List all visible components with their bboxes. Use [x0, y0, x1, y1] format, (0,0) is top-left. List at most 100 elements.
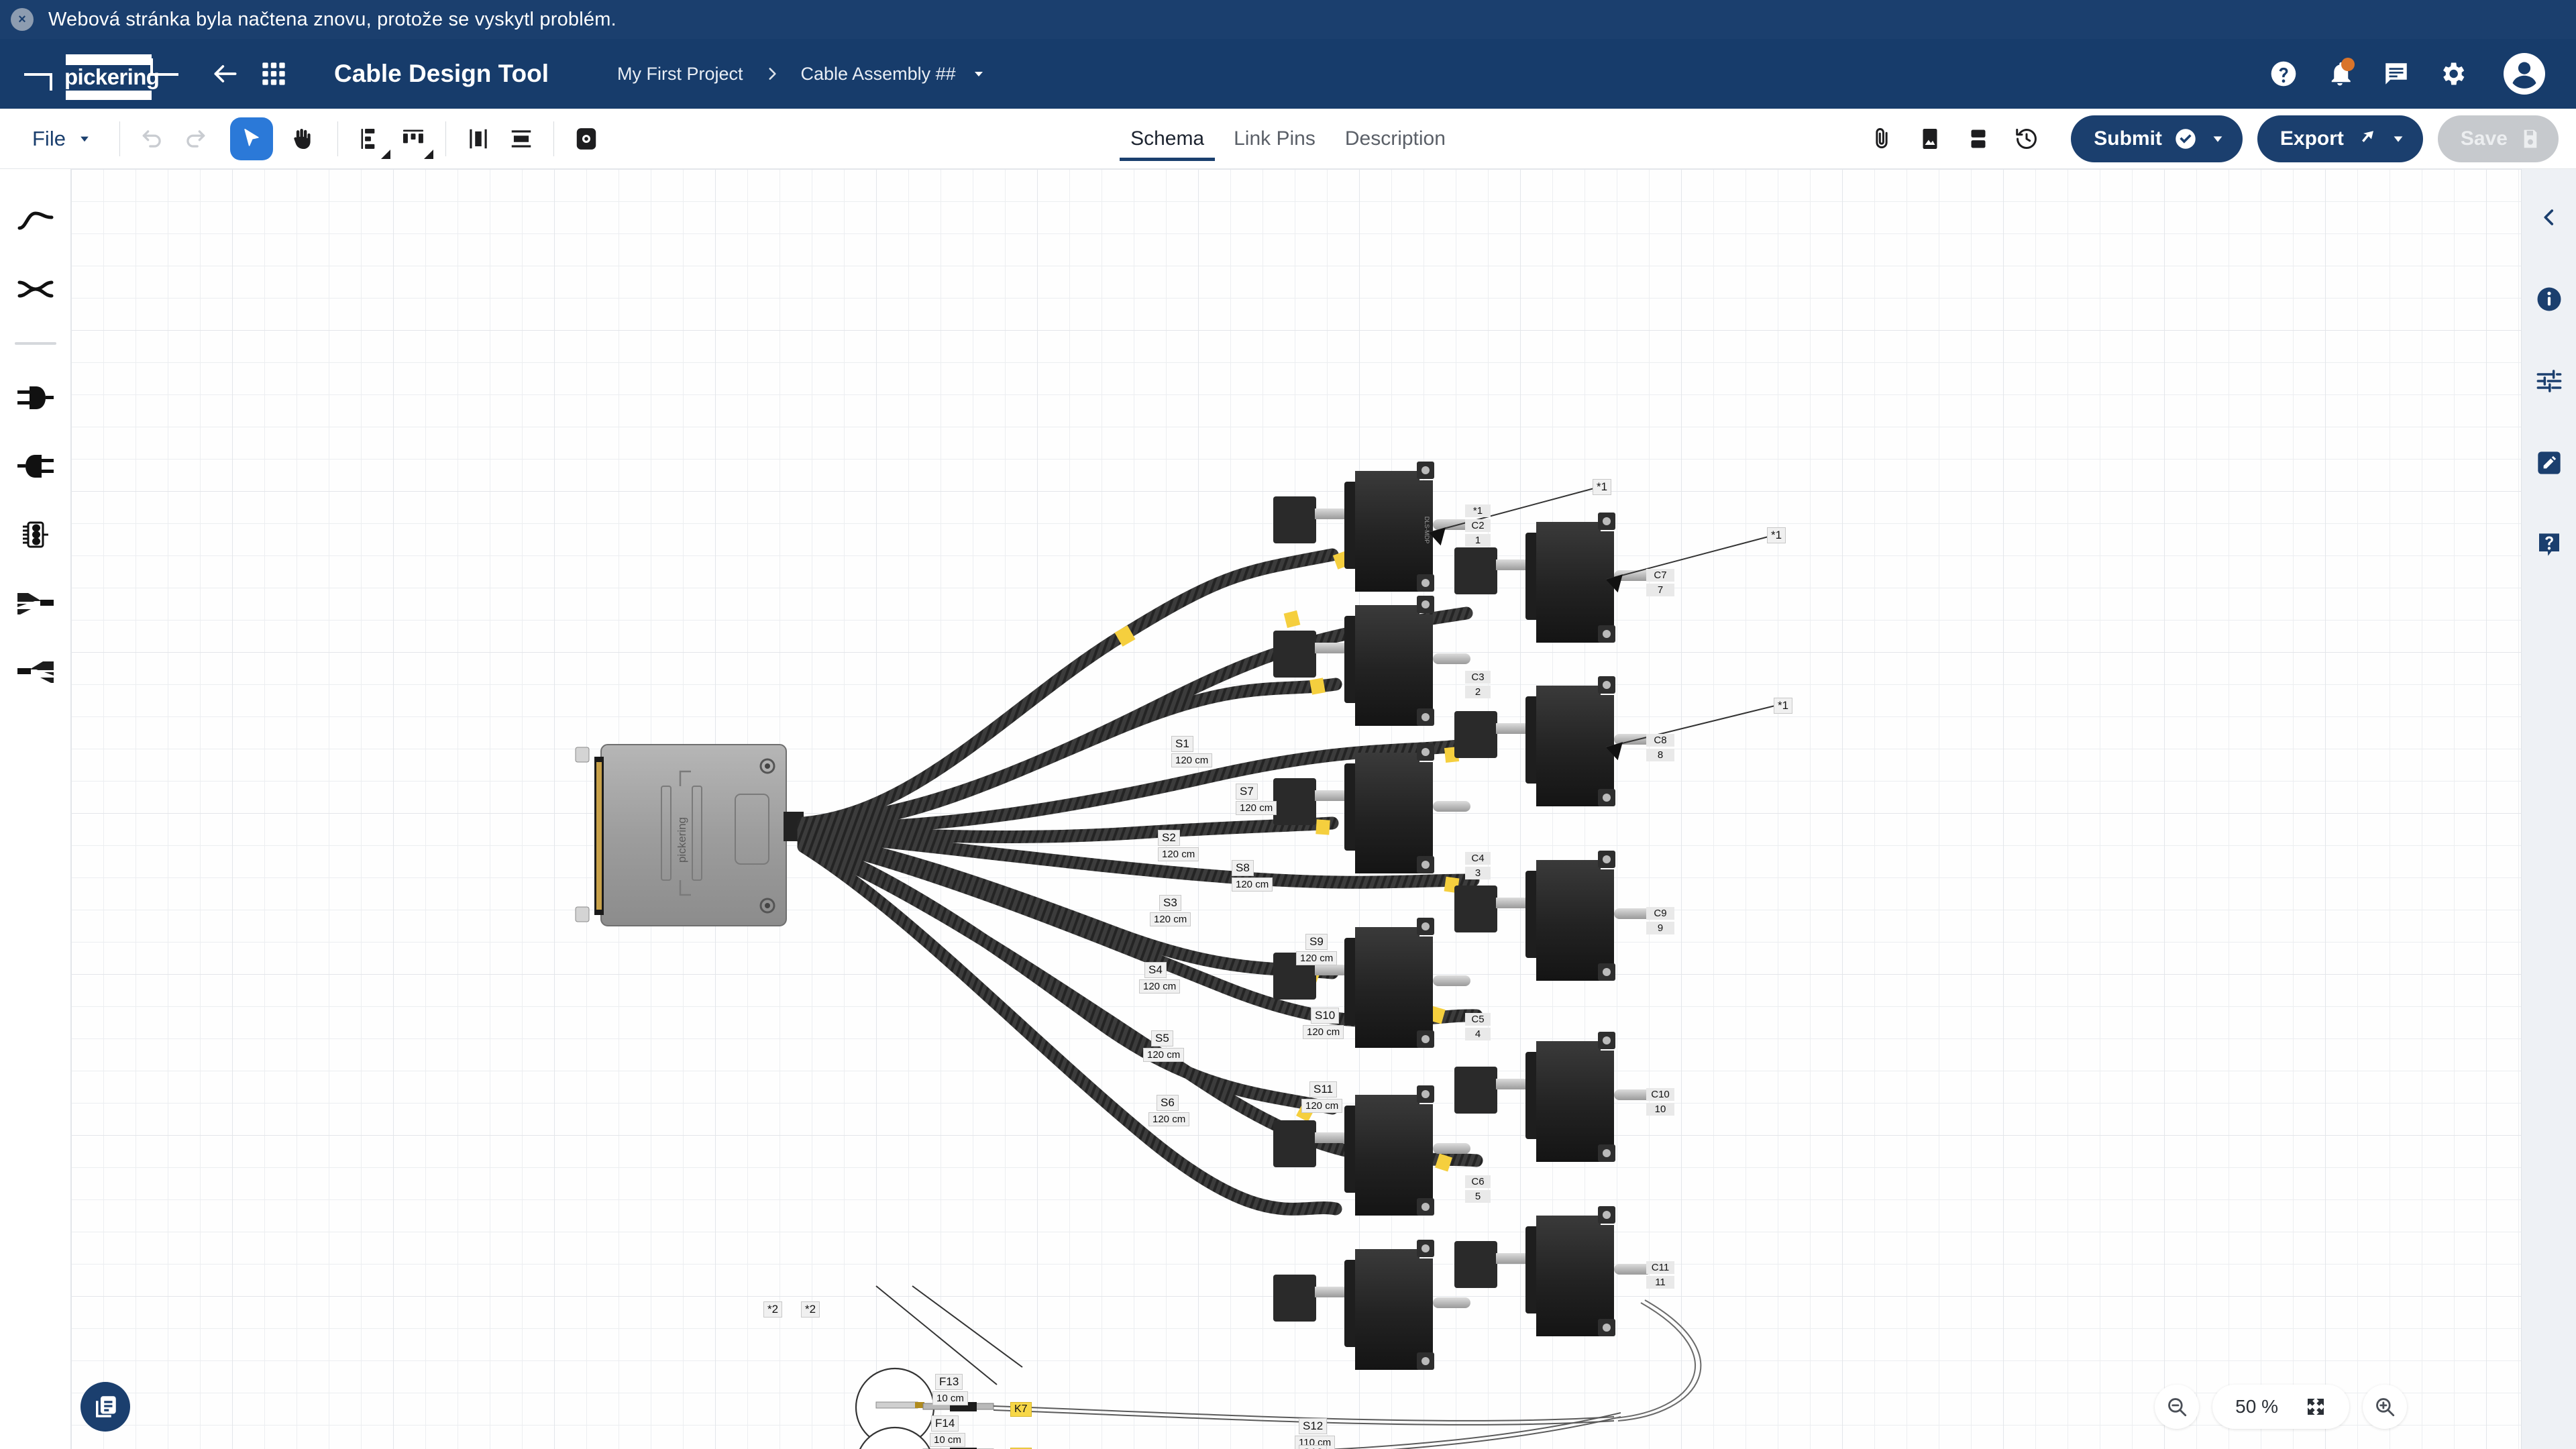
- segment-label[interactable]: S4: [1144, 962, 1167, 978]
- segment-label[interactable]: S11: [1309, 1081, 1337, 1097]
- connector-ref[interactable]: C6: [1465, 1175, 1491, 1189]
- note-label[interactable]: *1: [1593, 479, 1612, 495]
- segment-label[interactable]: S9: [1305, 934, 1328, 950]
- connector-pin[interactable]: 7: [1646, 584, 1674, 597]
- plug-female-icon[interactable]: [10, 445, 61, 487]
- cable-schematic[interactable]: pickering DLS-MDP: [71, 169, 2521, 1449]
- note-label[interactable]: *2: [801, 1301, 820, 1318]
- align-distribute-horizontal-icon[interactable]: [392, 117, 435, 160]
- notifications-icon[interactable]: [2316, 50, 2364, 98]
- history-revert-icon[interactable]: [2005, 117, 2048, 160]
- note-label[interactable]: *2: [763, 1301, 783, 1318]
- canvas-settings-icon[interactable]: [565, 117, 608, 160]
- connector-pin[interactable]: 10: [1646, 1103, 1674, 1116]
- arrow-left-icon[interactable]: [201, 50, 250, 98]
- align-distribute-vertical-icon[interactable]: [349, 117, 392, 160]
- breadcrumb-assembly[interactable]: Cable Assembly ##: [801, 64, 956, 85]
- zoom-controls: 50 %: [2155, 1385, 2407, 1429]
- connector-pin[interactable]: 1: [1465, 534, 1491, 547]
- segment-label[interactable]: S3: [1159, 895, 1181, 911]
- connector-pin[interactable]: 9: [1646, 922, 1674, 935]
- documents-icon[interactable]: [80, 1382, 130, 1432]
- info-icon[interactable]: [2529, 279, 2569, 319]
- zoom-level-display[interactable]: 50 %: [2212, 1385, 2349, 1429]
- breakout-right-icon[interactable]: [10, 582, 61, 624]
- help-icon[interactable]: [2259, 50, 2308, 98]
- connector-pin[interactable]: 5: [1465, 1190, 1491, 1203]
- connector-ref[interactable]: C11: [1646, 1261, 1674, 1275]
- tab-link-pins[interactable]: Link Pins: [1219, 127, 1330, 161]
- zoom-in-icon[interactable]: [2363, 1385, 2407, 1429]
- note-label[interactable]: *1: [1767, 527, 1786, 543]
- chevron-down-icon[interactable]: [971, 66, 987, 82]
- submit-button[interactable]: Submit: [2071, 115, 2243, 162]
- fiber-label[interactable]: F14: [931, 1415, 959, 1432]
- properties-sliders-icon[interactable]: [2529, 361, 2569, 401]
- image-icon[interactable]: [1909, 117, 1951, 160]
- messages-icon[interactable]: [2372, 50, 2420, 98]
- connector-C11: [1454, 1206, 1652, 1336]
- connector-pin[interactable]: 2: [1465, 686, 1491, 699]
- edit-pencil-icon[interactable]: [2529, 443, 2569, 483]
- schematic-canvas[interactable]: pickering DLS-MDP S1 120 cm S7 120 cm S2…: [71, 169, 2521, 1449]
- plug-male-icon[interactable]: [10, 377, 61, 419]
- tab-schema[interactable]: Schema: [1116, 127, 1219, 161]
- redo-icon[interactable]: [174, 117, 217, 160]
- file-menu-button[interactable]: File: [17, 127, 109, 151]
- wire-cross-splice-icon[interactable]: [10, 268, 61, 310]
- connector-pin[interactable]: 3: [1465, 867, 1491, 880]
- tab-description[interactable]: Description: [1330, 127, 1460, 161]
- connector-pin[interactable]: 11: [1646, 1276, 1674, 1289]
- layout-split-icon[interactable]: [1957, 117, 2000, 160]
- segment-label[interactable]: S8: [1232, 860, 1254, 876]
- center-vertical-icon[interactable]: [457, 117, 500, 160]
- segment-label[interactable]: S13: [1299, 1445, 1328, 1449]
- connector-ref[interactable]: C4: [1465, 852, 1491, 865]
- settings-gear-icon[interactable]: [2428, 50, 2477, 98]
- collapse-panel-chevron-icon[interactable]: [2529, 197, 2569, 237]
- zoom-out-icon[interactable]: [2155, 1385, 2200, 1429]
- wire-curve-icon[interactable]: [10, 200, 61, 241]
- connector-pin[interactable]: 4: [1465, 1028, 1491, 1041]
- user-avatar[interactable]: [2504, 53, 2545, 95]
- connector-ref[interactable]: C5: [1465, 1013, 1491, 1026]
- caret-down-icon: [2213, 136, 2222, 142]
- note-label[interactable]: *1: [1465, 504, 1491, 518]
- terminal-block-icon[interactable]: [10, 514, 61, 555]
- segment-length: 120 cm: [1143, 1048, 1185, 1063]
- segment-label[interactable]: S1: [1171, 736, 1193, 752]
- connector-ref[interactable]: C8: [1646, 734, 1674, 747]
- connector-pin[interactable]: 8: [1646, 749, 1674, 762]
- logo[interactable]: pickering: [0, 53, 201, 100]
- fit-to-screen-icon[interactable]: [2305, 1396, 2326, 1417]
- notification-bar: × Webová stránka byla načtena znovu, pro…: [0, 0, 2576, 39]
- attachment-icon[interactable]: [1860, 117, 1903, 160]
- segment-label[interactable]: S2: [1158, 830, 1180, 846]
- export-button[interactable]: Export: [2257, 115, 2423, 162]
- connector-ref[interactable]: C10: [1646, 1088, 1674, 1102]
- connector-ref[interactable]: C7: [1646, 569, 1674, 582]
- hand-pan-icon[interactable]: [280, 117, 323, 160]
- segment-label[interactable]: S12: [1299, 1418, 1328, 1434]
- connector-C2: DLS-MDP: [1273, 462, 1470, 592]
- cursor-select-icon[interactable]: [229, 117, 273, 160]
- segment-label[interactable]: S7: [1236, 784, 1258, 800]
- note-label[interactable]: *1: [1774, 698, 1793, 714]
- fiber-marker[interactable]: K7: [1010, 1402, 1032, 1417]
- connector-ref[interactable]: C3: [1465, 671, 1491, 684]
- close-icon[interactable]: ×: [11, 8, 34, 31]
- segment-label[interactable]: S6: [1157, 1095, 1179, 1111]
- connector-ref[interactable]: C2: [1465, 519, 1491, 533]
- connector-ref[interactable]: C9: [1646, 907, 1674, 920]
- svg-text:pickering: pickering: [676, 817, 688, 863]
- center-horizontal-icon[interactable]: [500, 117, 543, 160]
- segment-label[interactable]: S5: [1151, 1030, 1173, 1046]
- breakout-left-icon[interactable]: [10, 651, 61, 692]
- help-question-icon[interactable]: [2529, 525, 2569, 565]
- grid-apps-icon[interactable]: [250, 50, 298, 98]
- segment-length: 120 cm: [1150, 912, 1191, 927]
- segment-label[interactable]: S10: [1311, 1008, 1340, 1024]
- undo-icon[interactable]: [131, 117, 174, 160]
- fiber-label[interactable]: F13: [935, 1374, 963, 1390]
- breadcrumb-project[interactable]: My First Project: [617, 64, 743, 85]
